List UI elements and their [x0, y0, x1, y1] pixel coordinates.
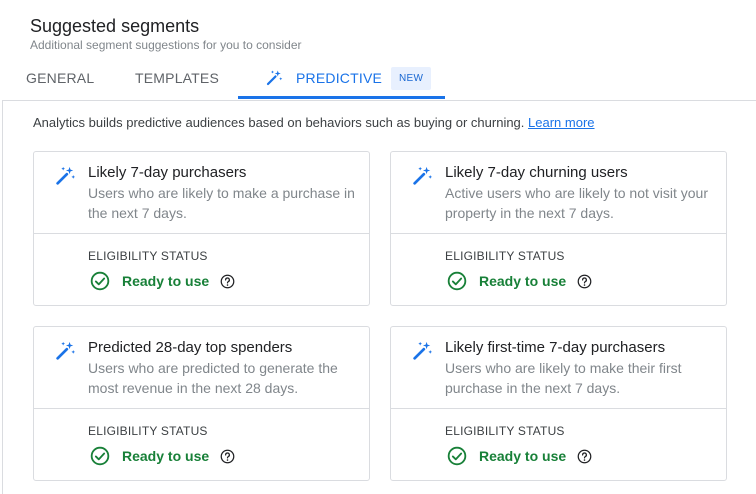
check-circle-icon	[447, 446, 467, 466]
magic-wand-icon	[56, 166, 76, 185]
status-text: Ready to use	[479, 273, 567, 289]
check-circle-icon	[90, 446, 110, 466]
tab-general-label: GENERAL	[26, 70, 95, 86]
magic-wand-icon	[413, 341, 433, 360]
check-circle-icon	[447, 271, 467, 291]
page-subtitle: Additional segment suggestions for you t…	[30, 38, 302, 52]
help-icon[interactable]	[220, 449, 235, 464]
status-text: Ready to use	[122, 448, 210, 464]
info-text-body: Analytics builds predictive audiences ba…	[33, 115, 525, 130]
tab-predictive-label: PREDICTIVE	[296, 70, 383, 86]
active-tab-indicator	[238, 96, 445, 99]
tab-predictive[interactable]: PREDICTIVE NEW	[238, 56, 445, 100]
status-text: Ready to use	[479, 448, 567, 464]
help-icon[interactable]	[577, 449, 592, 464]
eligibility-label: ELIGIBILITY STATUS	[445, 249, 565, 263]
eligibility-status: Ready to use	[90, 446, 235, 466]
new-badge: NEW	[391, 66, 432, 90]
magic-wand-icon	[56, 341, 76, 360]
card-description: Users who are likely to make a purchase …	[88, 185, 355, 221]
status-text: Ready to use	[122, 273, 210, 289]
card-description: Users who are likely to make their first…	[445, 360, 682, 396]
eligibility-status: Ready to use	[90, 271, 235, 291]
card-title: Likely 7-day purchasers	[88, 164, 247, 181]
check-circle-icon	[90, 271, 110, 291]
help-icon[interactable]	[577, 274, 592, 289]
learn-more-link[interactable]: Learn more	[528, 115, 594, 130]
card-divider	[391, 408, 726, 409]
help-icon[interactable]	[220, 274, 235, 289]
segment-card-likely-7-day-purchasers[interactable]: Likely 7-day purchasers Users who are li…	[33, 151, 370, 306]
eligibility-status: Ready to use	[447, 446, 592, 466]
tab-templates[interactable]: TEMPLATES	[135, 56, 219, 100]
card-divider	[391, 233, 726, 234]
magic-wand-icon	[266, 70, 283, 86]
segment-card-likely-first-time-7-day-purchasers[interactable]: Likely first-time 7-day purchasers Users…	[390, 326, 727, 481]
card-divider	[34, 233, 369, 234]
info-text: Analytics builds predictive audiences ba…	[33, 115, 595, 130]
eligibility-label: ELIGIBILITY STATUS	[88, 249, 208, 263]
segment-card-predicted-28-day-top-spenders[interactable]: Predicted 28-day top spenders Users who …	[33, 326, 370, 481]
magic-wand-icon	[413, 166, 433, 185]
card-title: Likely 7-day churning users	[445, 164, 628, 181]
tab-templates-label: TEMPLATES	[135, 70, 220, 86]
card-description: Active users who are likely to not visit…	[445, 185, 708, 221]
card-title: Likely first-time 7-day purchasers	[445, 339, 666, 356]
eligibility-label: ELIGIBILITY STATUS	[88, 424, 208, 438]
eligibility-status: Ready to use	[447, 271, 592, 291]
predictive-panel: Analytics builds predictive audiences ba…	[2, 100, 756, 494]
tab-general[interactable]: GENERAL	[26, 56, 94, 100]
dialog-header: Suggested segments Additional segment su…	[0, 0, 756, 100]
eligibility-label: ELIGIBILITY STATUS	[445, 424, 565, 438]
page-title: Suggested segments	[30, 16, 200, 36]
card-divider	[34, 408, 369, 409]
card-title: Predicted 28-day top spenders	[88, 339, 293, 356]
tab-bar: GENERAL TEMPLATES PREDICTIVE NEW	[0, 56, 756, 100]
segment-card-likely-7-day-churning-users[interactable]: Likely 7-day churning users Active users…	[390, 151, 727, 306]
card-description: Users who are predicted to generate the …	[88, 360, 338, 396]
